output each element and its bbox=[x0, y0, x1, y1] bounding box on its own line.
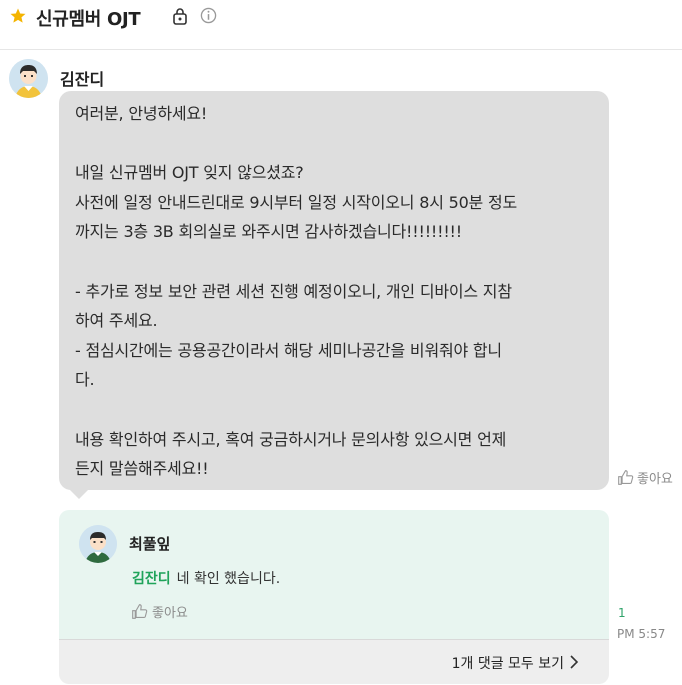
message-line: - 추가로 정보 보안 관련 세션 진행 예정이오니, 개인 디바이스 지참 bbox=[75, 281, 512, 301]
info-icon[interactable] bbox=[200, 7, 217, 24]
lock-icon bbox=[173, 8, 187, 25]
message-line bbox=[75, 395, 593, 425]
view-all-label: 1개 댓글 모두 보기 bbox=[451, 656, 564, 672]
thumbs-up-icon bbox=[132, 604, 148, 619]
mention-link[interactable]: 김잔디 bbox=[132, 571, 171, 587]
message-line: 여러분, 안녕하세요! bbox=[75, 104, 208, 123]
message-line: 까지는 3층 3B 회의실로 와주시면 감사하겠습니다!!!!!!!!! bbox=[75, 222, 462, 242]
reply-like-button[interactable]: 좋아요 bbox=[131, 602, 188, 621]
message-line: 내일 신규멤버 OJT 잊지 않으셨죠? bbox=[75, 163, 304, 183]
message-line: - 점심시간에는 공용공간이라서 해당 세미나공간을 비워줘야 합니 bbox=[75, 340, 502, 360]
reply-message: 김잔디 네 확인 했습니다. bbox=[132, 568, 280, 588]
reply-like-label: 좋아요 bbox=[152, 606, 188, 621]
reply-avatar[interactable] bbox=[79, 525, 117, 563]
like-label: 좋아요 bbox=[637, 472, 673, 487]
reply-count: 1 bbox=[618, 606, 626, 620]
sender-avatar[interactable] bbox=[9, 59, 48, 98]
thumbs-up-icon bbox=[618, 470, 634, 485]
like-button[interactable]: 좋아요 bbox=[617, 468, 673, 487]
message-line: 든지 말씀해주세요!! bbox=[75, 459, 209, 479]
sender-name[interactable]: 김잔디 bbox=[60, 66, 104, 90]
message-line: 다. bbox=[75, 370, 95, 390]
chat-title: 신규멤버 OJT bbox=[36, 9, 141, 30]
star-icon[interactable] bbox=[9, 7, 27, 25]
message-line: 사전에 일정 안내드린대로 9시부터 일정 시작이오니 8시 50분 정도 bbox=[75, 192, 518, 212]
message-time: PM 5:57 bbox=[617, 627, 666, 641]
view-all-comments-button[interactable]: 1개 댓글 모두 보기 bbox=[59, 639, 609, 684]
reply-author[interactable]: 최풀잎 bbox=[129, 533, 170, 554]
message-line bbox=[75, 129, 593, 159]
chevron-right-icon bbox=[570, 655, 579, 669]
message-line: 하여 주세요. bbox=[75, 311, 158, 331]
chat-header: 신규멤버 OJT bbox=[0, 0, 682, 50]
message-line bbox=[75, 247, 593, 277]
message-bubble[interactable]: 여러분, 안녕하세요! 내일 신규멤버 OJT 잊지 않으셨죠? 사전에 일정 안내… bbox=[59, 91, 609, 490]
reply-text: 네 확인 했습니다. bbox=[176, 571, 281, 587]
message-line: 내용 확인하여 주시고, 혹여 궁금하시거나 문의사항 있으시면 언제 bbox=[75, 429, 507, 449]
bubble-tail bbox=[69, 489, 89, 499]
